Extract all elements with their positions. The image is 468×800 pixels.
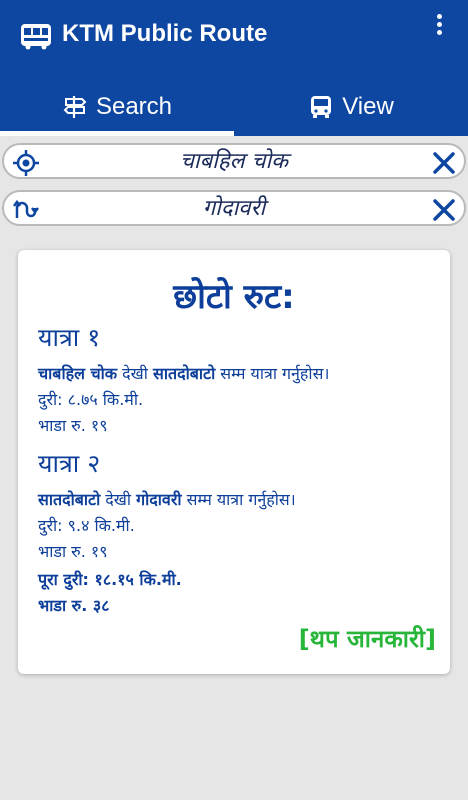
from-field[interactable]: चाबहिल चोक	[2, 143, 466, 179]
tab-indicator	[0, 131, 234, 136]
from-field-value: चाबहिल चोक	[179, 149, 289, 174]
trip-1-distance: दुरी: ८.७५ कि.मी.	[38, 390, 144, 409]
trip-1-suffix: सम्म यात्रा गर्नुहोस।	[215, 364, 330, 383]
trip-1-title: यात्रा १	[38, 323, 101, 352]
trip-1-to: सातदोबाटो	[153, 364, 216, 383]
trip-2-title: यात्रा २	[38, 449, 101, 478]
total-fare: भाडा रु. ३८	[38, 596, 110, 615]
trip-1-from: चाबहिल चोक	[38, 364, 118, 383]
trip-2-dekhi: देखी	[100, 490, 137, 509]
close-icon[interactable]	[432, 198, 456, 222]
bus-icon	[311, 96, 332, 118]
more-info-link[interactable]: [थप जानकारी]	[299, 622, 436, 655]
app-bar: KTM Public Route Search View	[0, 0, 468, 136]
tab-search-label: Search	[95, 93, 173, 120]
app-title: KTM Public Route	[62, 20, 268, 47]
trip-2-route: सातदोबाटो देखी गोदावरी सम्म यात्रा गर्नु…	[38, 488, 296, 510]
bus-logo-icon	[21, 24, 51, 50]
trip-2-from: सातदोबाटो	[38, 490, 101, 509]
tab-view[interactable]: View	[234, 78, 468, 136]
close-icon[interactable]	[432, 151, 456, 175]
trip-2-suffix: सम्म यात्रा गर्नुहोस।	[181, 490, 296, 509]
trip-2-distance: दुरी: ९.४ कि.मी.	[38, 516, 135, 535]
trip-1-route: चाबहिल चोक देखी सातदोबाटो सम्म यात्रा गर…	[38, 362, 329, 384]
overflow-menu-icon[interactable]	[428, 12, 450, 38]
to-field[interactable]: गोदावरी	[2, 190, 466, 226]
total-distance: पूरा दुरी: १८.१५ कि.मी.	[38, 570, 182, 589]
target-icon[interactable]	[12, 149, 40, 177]
trip-1-dekhi: देखी	[117, 364, 153, 383]
route-result-card: छोटो रुट: यात्रा १ चाबहिल चोक देखी सातदो…	[18, 250, 450, 674]
trip-2-fare: भाडा रु. १९	[38, 542, 108, 561]
trip-1-fare: भाडा रु. १९	[38, 416, 108, 435]
to-field-value: गोदावरी	[202, 196, 266, 221]
trip-2-to: गोदावरी	[136, 490, 182, 509]
route-icon[interactable]	[12, 196, 40, 224]
tab-view-label: View	[342, 93, 394, 120]
tab-bar: Search View	[0, 78, 468, 136]
signpost-icon	[63, 96, 87, 118]
tab-search[interactable]: Search	[0, 78, 234, 136]
result-heading: छोटो रुट:	[173, 277, 295, 317]
title-row: KTM Public Route	[0, 0, 468, 78]
